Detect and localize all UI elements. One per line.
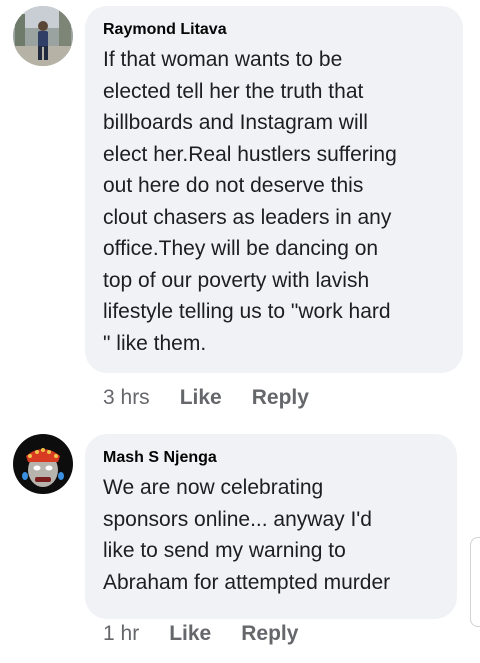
comment-bubble: Mash S Njenga We are now celebrating spo… [85, 434, 457, 619]
comment-actions: 3 hrs Like Reply [103, 386, 339, 410]
avatar[interactable] [13, 6, 73, 66]
reply-button[interactable]: Reply [241, 622, 298, 646]
like-button[interactable]: Like [169, 622, 211, 646]
comment-author[interactable]: Mash S Njenga [103, 448, 439, 468]
reply-button[interactable]: Reply [252, 386, 309, 410]
comment-text: If that woman wants to be elected tell h… [103, 48, 397, 355]
comment-actions: 1 hr Like Reply [103, 622, 328, 646]
comment-timestamp[interactable]: 3 hrs [103, 386, 150, 410]
user-photo-icon [13, 6, 73, 66]
avatar[interactable] [13, 434, 73, 494]
comment-author[interactable]: Raymond Litava [103, 20, 445, 40]
comment-text: We are now celebrating sponsors online..… [103, 476, 391, 594]
user-photo-icon [13, 434, 73, 494]
partial-card-edge [470, 537, 480, 627]
comment-bubble: Raymond Litava If that woman wants to be… [85, 6, 463, 373]
comment-timestamp[interactable]: 1 hr [103, 622, 139, 646]
like-button[interactable]: Like [180, 386, 222, 410]
